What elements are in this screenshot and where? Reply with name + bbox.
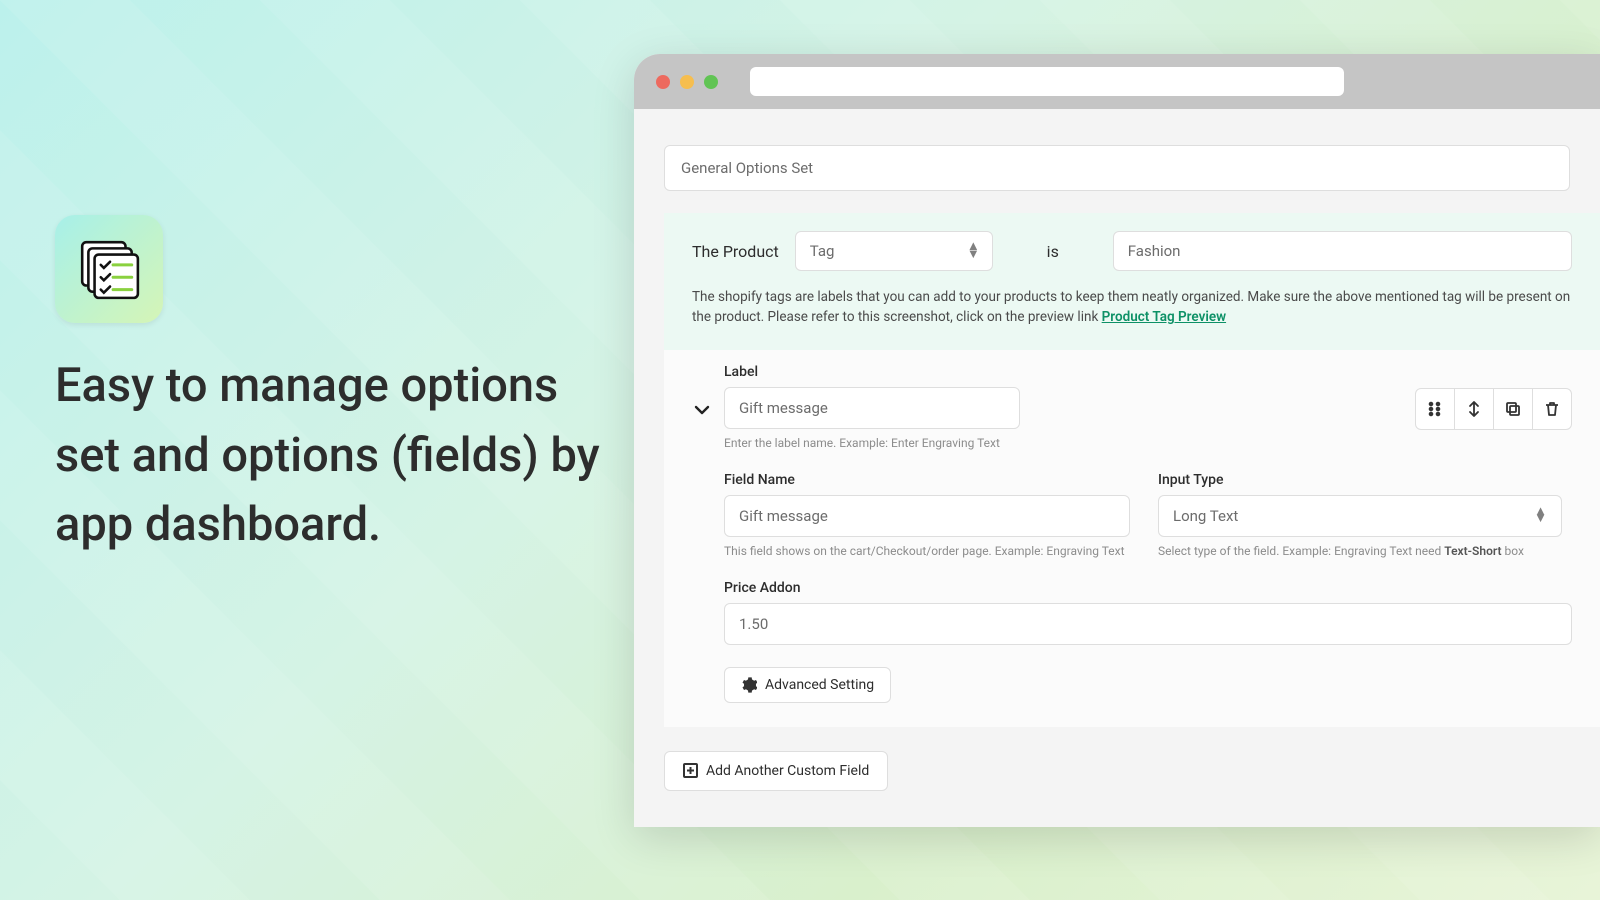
- url-bar[interactable]: [750, 67, 1344, 96]
- condition-prefix: The Product: [692, 242, 779, 261]
- move-updown-icon[interactable]: [1454, 388, 1494, 430]
- label-title: Label: [724, 364, 1020, 380]
- window-close-icon[interactable]: [656, 75, 670, 89]
- app-icon: [55, 215, 163, 323]
- input-type-title: Input Type: [1158, 472, 1562, 488]
- window-minimize-icon[interactable]: [680, 75, 694, 89]
- field-name-input[interactable]: Gift message: [724, 495, 1130, 537]
- label-input[interactable]: Gift message: [724, 387, 1020, 429]
- condition-attribute-select[interactable]: Tag ▲▼: [795, 231, 993, 271]
- chevron-updown-icon: ▲▼: [967, 243, 980, 259]
- options-set-name-input[interactable]: General Options Set: [664, 145, 1570, 191]
- plus-box-icon: [683, 763, 698, 778]
- window-titlebar: [634, 54, 1600, 109]
- window-zoom-icon[interactable]: [704, 75, 718, 89]
- condition-operator: is: [1009, 242, 1097, 261]
- drag-handle-icon[interactable]: [1415, 388, 1455, 430]
- custom-field-card: Label Gift message Enter the label name.…: [664, 350, 1600, 727]
- gear-icon: [741, 677, 757, 693]
- browser-window: General Options Set The Product Tag ▲▼ i…: [634, 54, 1600, 827]
- condition-panel: The Product Tag ▲▼ is Fashion The shopif…: [664, 213, 1600, 350]
- duplicate-icon[interactable]: [1493, 388, 1533, 430]
- field-name-title: Field Name: [724, 472, 1130, 488]
- hero-text: Easy to manage options set and options (…: [55, 351, 615, 560]
- advanced-setting-button[interactable]: Advanced Setting: [724, 667, 891, 703]
- field-name-hint: This field shows on the cart/Checkout/or…: [724, 544, 1130, 558]
- condition-value-input[interactable]: Fashion: [1113, 231, 1572, 271]
- condition-help-text: The shopify tags are labels that you can…: [692, 287, 1572, 328]
- input-type-hint: Select type of the field. Example: Engra…: [1158, 544, 1562, 558]
- label-hint: Enter the label name. Example: Enter Eng…: [724, 436, 1020, 450]
- product-tag-preview-link[interactable]: Product Tag Preview: [1102, 309, 1226, 325]
- collapse-toggle[interactable]: [692, 400, 712, 424]
- chevron-updown-icon: ▲▼: [1534, 508, 1547, 524]
- price-addon-title: Price Addon: [724, 580, 1572, 596]
- delete-icon[interactable]: [1532, 388, 1572, 430]
- input-type-select[interactable]: Long Text ▲▼: [1158, 495, 1562, 537]
- add-custom-field-button[interactable]: Add Another Custom Field: [664, 751, 888, 791]
- price-addon-input[interactable]: 1.50: [724, 603, 1572, 645]
